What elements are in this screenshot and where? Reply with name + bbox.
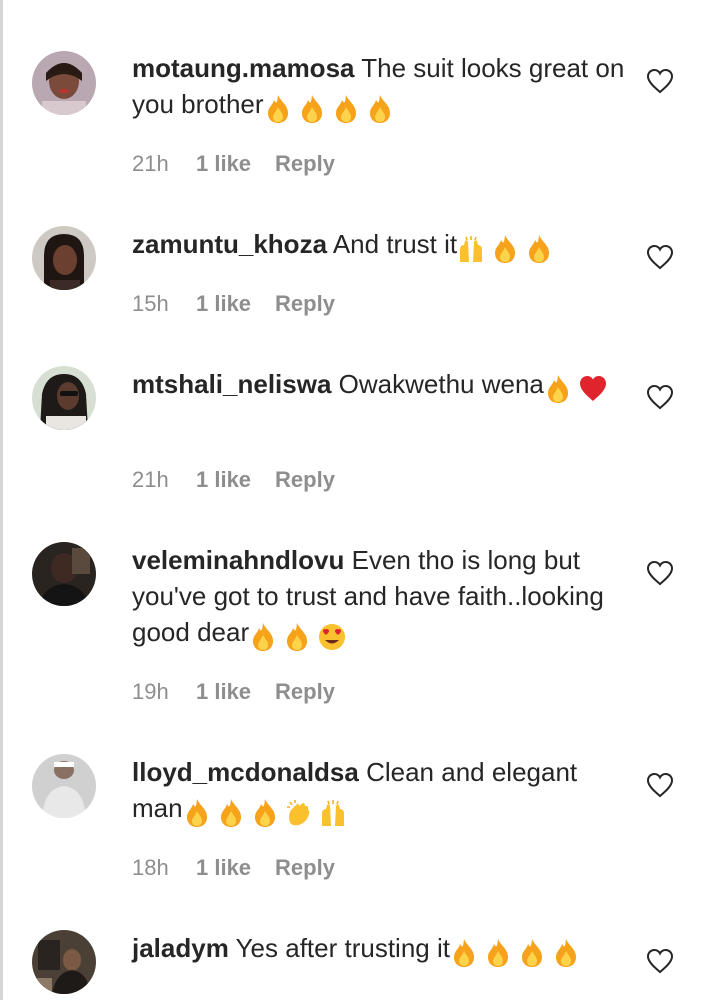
emoji-run bbox=[249, 617, 351, 653]
comment-username[interactable]: zamuntu_khoza bbox=[132, 229, 327, 259]
comment-time: 19h bbox=[132, 679, 169, 704]
emoji-run bbox=[544, 369, 612, 405]
red-heart-icon bbox=[578, 374, 606, 404]
avatar[interactable] bbox=[32, 542, 96, 606]
fire-icon bbox=[217, 798, 245, 828]
reply-button[interactable]: Reply bbox=[275, 855, 335, 880]
emoji-run bbox=[450, 933, 586, 969]
reply-button[interactable]: Reply bbox=[275, 291, 335, 316]
fire-icon bbox=[525, 234, 553, 264]
comment-time: 21h bbox=[132, 467, 169, 492]
comment-username[interactable]: motaung.mamosa bbox=[132, 53, 355, 83]
like-heart-icon[interactable] bbox=[646, 244, 674, 270]
comment-username[interactable]: mtshali_neliswa bbox=[132, 369, 331, 399]
fire-icon bbox=[484, 938, 512, 968]
reply-button[interactable]: Reply bbox=[275, 679, 335, 704]
left-border bbox=[0, 0, 3, 1000]
comment-meta: 21h 1 like Reply bbox=[132, 151, 335, 177]
comment-text: veleminahndlovu Even tho is long but you… bbox=[132, 542, 627, 653]
comment-text: motaung.mamosa The suit looks great on y… bbox=[132, 50, 627, 125]
fire-icon bbox=[491, 234, 519, 264]
comment-meta: 19h 1 like Reply bbox=[132, 679, 335, 705]
comment-likes-link[interactable]: 1 like bbox=[196, 467, 251, 493]
fire-icon bbox=[249, 622, 277, 652]
fire-icon bbox=[332, 94, 360, 124]
comment-meta: 21h 1 like Reply bbox=[132, 467, 335, 493]
fire-icon bbox=[251, 798, 279, 828]
comment-likes-link[interactable]: 1 like bbox=[196, 151, 251, 177]
comment-time: 15h bbox=[132, 291, 169, 316]
comment-text: jaladym Yes after trusting it bbox=[132, 930, 627, 969]
raising-hands-icon bbox=[457, 234, 485, 264]
emoji-run bbox=[183, 793, 353, 829]
fire-icon bbox=[450, 938, 478, 968]
comment-username[interactable]: lloyd_mcdonaldsa bbox=[132, 757, 359, 787]
comment-meta: 18h 1 like Reply bbox=[132, 855, 335, 881]
comment-text: zamuntu_khoza And trust it bbox=[132, 226, 627, 265]
fire-icon bbox=[518, 938, 546, 968]
fire-icon bbox=[366, 94, 394, 124]
comment-likes-link[interactable]: 1 like bbox=[196, 855, 251, 881]
avatar[interactable] bbox=[32, 51, 96, 115]
like-heart-icon[interactable] bbox=[646, 560, 674, 586]
avatar[interactable] bbox=[32, 226, 96, 290]
truncated-view-replies: · · · bbox=[290, 0, 321, 9]
comment-body: And trust it bbox=[332, 229, 458, 259]
fire-icon bbox=[183, 798, 211, 828]
fire-icon bbox=[544, 374, 572, 404]
comment-text: lloyd_mcdonaldsa Clean and elegant man bbox=[132, 754, 627, 829]
emoji-run bbox=[264, 89, 400, 125]
comment-text: mtshali_neliswa Owakwethu wena bbox=[132, 366, 627, 405]
like-heart-icon[interactable] bbox=[646, 68, 674, 94]
comment-time: 18h bbox=[132, 855, 169, 880]
comment-time: 21h bbox=[132, 151, 169, 176]
avatar[interactable] bbox=[32, 930, 96, 994]
comment-body: Yes after trusting it bbox=[235, 933, 450, 963]
fire-icon bbox=[298, 94, 326, 124]
reply-button[interactable]: Reply bbox=[275, 151, 335, 176]
fire-icon bbox=[283, 622, 311, 652]
clapping-hands-icon bbox=[285, 798, 313, 828]
comment-likes-link[interactable]: 1 like bbox=[196, 679, 251, 705]
fire-icon bbox=[264, 94, 292, 124]
like-heart-icon[interactable] bbox=[646, 772, 674, 798]
comment-likes-link[interactable]: 1 like bbox=[196, 291, 251, 317]
like-heart-icon[interactable] bbox=[646, 948, 674, 974]
fire-icon bbox=[552, 938, 580, 968]
comment-body: Owakwethu wena bbox=[338, 369, 544, 399]
avatar[interactable] bbox=[32, 366, 96, 430]
reply-button[interactable]: Reply bbox=[275, 467, 335, 492]
comment-meta: 15h 1 like Reply bbox=[132, 291, 335, 317]
comment-username[interactable]: jaladym bbox=[132, 933, 229, 963]
heart-eyes-icon bbox=[317, 622, 346, 652]
raising-hands-icon bbox=[319, 798, 347, 828]
comment-username[interactable]: veleminahndlovu bbox=[132, 545, 344, 575]
like-heart-icon[interactable] bbox=[646, 384, 674, 410]
emoji-run bbox=[457, 229, 559, 265]
avatar[interactable] bbox=[32, 754, 96, 818]
